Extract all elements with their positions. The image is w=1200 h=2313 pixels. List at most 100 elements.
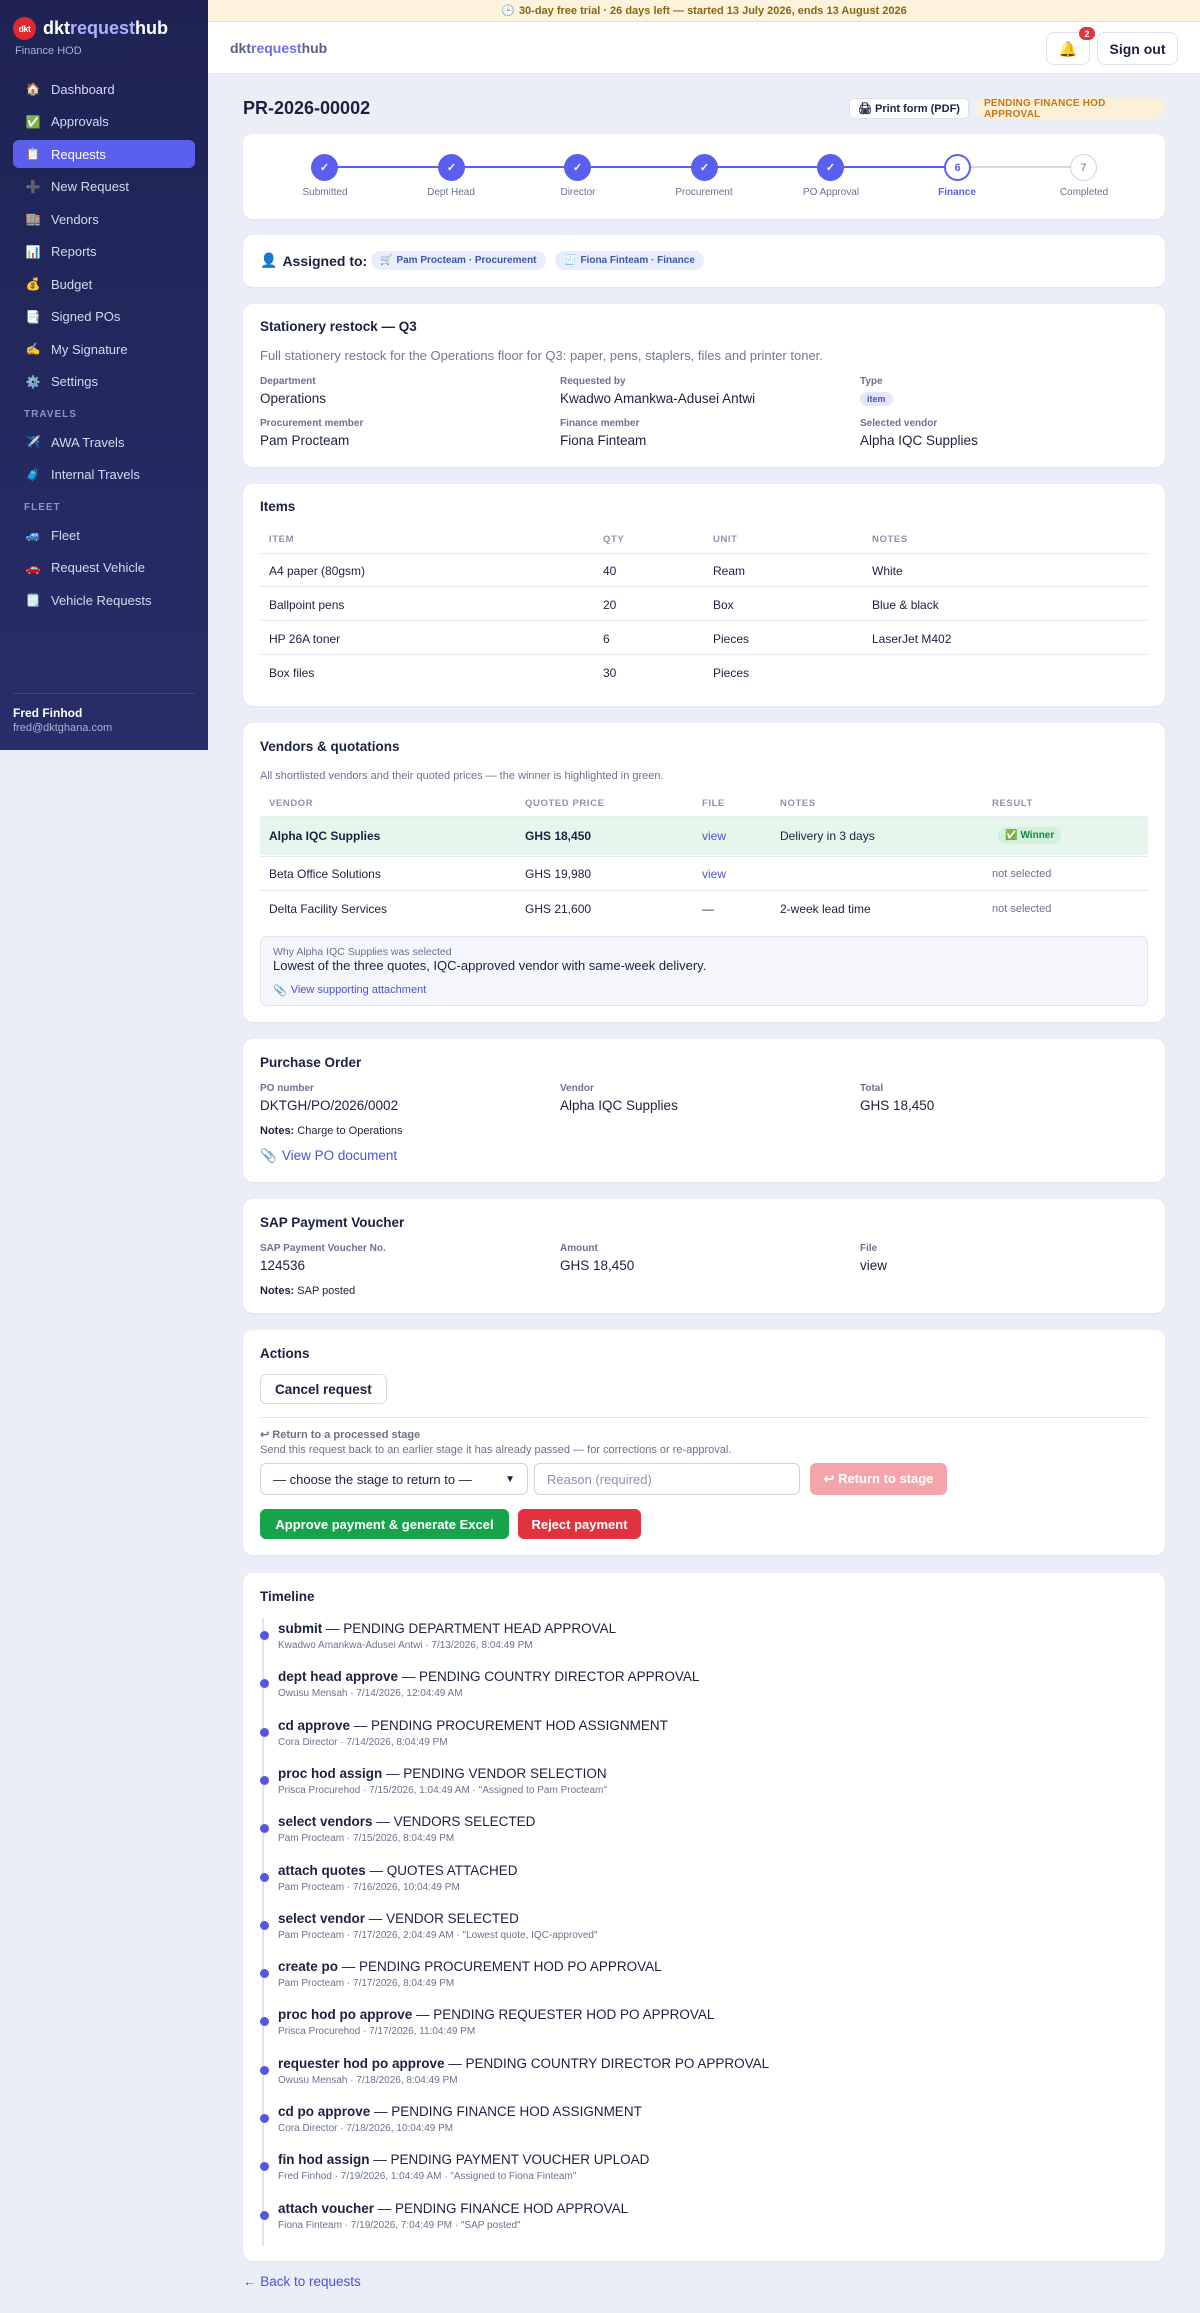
timeline-dot [260,2162,269,2172]
field-finance-member: Finance member Fiona Finteam [560,418,647,448]
field-sap-amount: Amount GHS 18,450 [560,1243,635,1273]
timeline-event-meta: Owusu Mensah · 7/14/2026, 12:04:49 AM [278,1688,463,1700]
field-requested-by: Requested by Kwadwo Amankwa-Adusei Antwi [560,376,756,406]
trial-banner: 🕒 30-day free trial · 26 days left — sta… [208,0,1200,22]
sidebar-nav: 🏠 Dashboard ✅ Approvals 📋 Requests ➕ New Req… [13,75,195,619]
step-label-dept-head: Dept Head [427,187,475,198]
return-stage-description: Send this request back to an earlier sta… [260,1444,732,1456]
vendors-col-notes: NOTES [780,798,816,809]
sidebar-item-budget[interactable]: 💰 Budget [13,270,195,298]
field-procurement-member: Procurement member Pam Procteam [260,418,364,448]
request-title: Stationery restock — Q3 [260,319,417,334]
home-icon: 🏠 [25,82,41,96]
vendor-name: Delta Facility Services [269,902,388,916]
quote-file-link[interactable]: view [702,829,726,843]
receipt-icon: 🧾 [564,255,577,266]
reason-input[interactable]: Reason (required) [534,1463,800,1495]
sidebar-item-settings[interactable]: ⚙️ Settings [13,368,195,396]
quote-file-link[interactable]: view [702,867,726,881]
selection-reason-box: Why Alpha IQC Supplies was selected Lowe… [260,936,1148,1006]
sidebar-item-awa-travels[interactable]: ✈️ AWA Travels [13,428,195,456]
header-brand[interactable]: dktrequesthub [230,40,327,56]
timeline-event-meta: Pam Procteam · 7/16/2026, 10:04:49 PM [278,1881,460,1893]
field-po-vendor: Vendor Alpha IQC Supplies [560,1083,678,1113]
user-email: fred@dktghana.com [13,722,113,734]
sidebar-item-fleet[interactable]: 🚙 Fleet [13,521,195,549]
field-sap-file: File view [860,1243,888,1273]
cart-icon: 🛒 [380,255,393,266]
sidebar-item-new-request[interactable]: ➕ New Request [13,173,195,201]
step-circle-finance: 6 [944,154,971,181]
items-title: Items [260,499,296,514]
approve-payment-button[interactable]: Approve payment & generate Excel [260,1509,509,1539]
sidebar-item-vendors[interactable]: 🏬 Vendors [13,205,195,233]
sidebar-item-reports[interactable]: 📊 Reports [13,238,195,266]
assigned-to-label: 👤 Assigned to: [260,252,368,269]
sidebar-item-signed-pos[interactable]: 📑 Signed POs [13,303,195,331]
plus-icon: ➕ [25,179,41,194]
assignee-chip-finance: 🧾 Fiona Finteam · Finance [555,251,704,270]
timeline-dot [260,1920,269,1930]
stepper-progress-line [325,166,957,168]
sidebar-item-vehicle-requests[interactable]: 🗒️ Vehicle Requests [13,586,195,614]
car-icon: 🚗 [25,560,41,575]
step-circle-director: ✓ [564,154,591,181]
sidebar: dkt dktrequesthub Finance HOD 🏠 Dashboard… [0,0,208,750]
selection-reason-text: Lowest of the three quotes, IQC-approved… [273,958,707,973]
timeline-event-meta: Owusu Mensah · 7/18/2026, 8:04:49 PM [278,2074,458,2086]
return-stage-select[interactable]: — choose the stage to return to — ▼ [260,1463,528,1495]
cancel-request-button[interactable]: Cancel request [260,1374,387,1404]
sidebar-item-request-vehicle[interactable]: 🚗 Request Vehicle [13,554,195,582]
timeline-card: Timeline submit — PENDING DEPARTMENT HEA… [243,1573,1165,2261]
sign-out-button[interactable]: Sign out [1097,32,1178,65]
vendors-col-file: FILE [702,798,725,809]
sidebar-item-requests[interactable]: 📋 Requests [13,140,195,168]
sidebar-item-approvals[interactable]: ✅ Approvals [13,108,195,136]
sidebar-item-internal-travels[interactable]: 🧳 Internal Travels [13,461,195,489]
timeline-event-heading: submit — PENDING DEPARTMENT HEAD APPROVA… [278,1621,617,1636]
sap-voucher-card: SAP Payment Voucher SAP Payment Voucher … [243,1199,1165,1313]
actions-card: Actions Cancel request ↩ Return to a pro… [243,1330,1165,1555]
person-icon: 👤 [260,252,278,268]
field-po-total: Total GHS 18,450 [860,1083,935,1113]
reject-payment-button[interactable]: Reject payment [518,1509,641,1539]
brand[interactable]: dkt dktrequesthub [13,17,168,40]
timeline-event-meta: Kwadwo Amankwa-Adusei Antwi · 7/13/2026,… [278,1640,533,1651]
print-form-button[interactable]: 🖨 Print form (PDF) [849,98,969,119]
checkmark-icon: ✅ [1005,830,1018,841]
view-po-document-link[interactable]: 📎 View PO document [260,1148,397,1164]
bar-chart-icon: 📊 [25,244,41,259]
notification-count-badge: 2 [1079,27,1095,40]
timeline-event-meta: Fred Finhod · 7/19/2026, 1:04:49 AM · "A… [278,2171,577,2183]
vendors-subtitle: All shortlisted vendors and their quoted… [260,770,664,782]
vendor-name: Beta Office Solutions [269,867,381,881]
notifications-button[interactable]: 🔔 2 [1046,27,1095,65]
timeline-dot [260,2114,269,2123]
suv-icon: 🚙 [25,528,41,542]
step-label-procurement: Procurement [675,187,733,198]
timeline-event-heading: select vendors — VENDORS SELECTED [278,1814,536,1830]
step-circle-po-approval: ✓ [817,154,844,181]
return-to-stage-button[interactable]: ↩ Return to stage [810,1463,947,1495]
sidebar-item-dashboard[interactable]: 🏠 Dashboard [13,75,195,103]
timeline-event-meta: Prisca Procurehod · 7/17/2026, 11:04:49 … [278,2026,476,2038]
brand-logo: dkt [13,17,36,40]
sidebar-item-my-signature[interactable]: ✍️ My Signature [13,335,195,363]
supporting-attachment-link[interactable]: 📎 View supporting attachment [273,984,426,997]
po-title: Purchase Order [260,1055,362,1070]
sidebar-divider [13,693,195,694]
field-department: Department Operations [260,376,327,406]
vendor-price: GHS 21,600 [525,902,592,916]
back-to-requests-link[interactable]: ← Back to requests [243,2274,361,2289]
timeline-event-heading: select vendor — VENDOR SELECTED [278,1910,519,1926]
sidebar-section-fleet: FLEET [24,502,61,513]
sap-file-link[interactable]: view [860,1258,887,1273]
assignee-chip-procurement: 🛒 Pam Procteam · Procurement [371,251,546,270]
clock-icon: 🕒 [501,5,515,17]
items-col-unit: UNIT [713,534,738,545]
vendors-col-price: QUOTED PRICE [525,798,605,809]
trial-text: 30-day free trial · 26 days left — start… [518,4,907,17]
timeline-event-heading: create po — PENDING PROCUREMENT HOD PO A… [278,1959,662,1975]
timeline-event-meta: Pam Procteam · 7/17/2026, 8:04:49 PM [278,1978,455,1990]
timeline-dot [260,1872,269,1882]
